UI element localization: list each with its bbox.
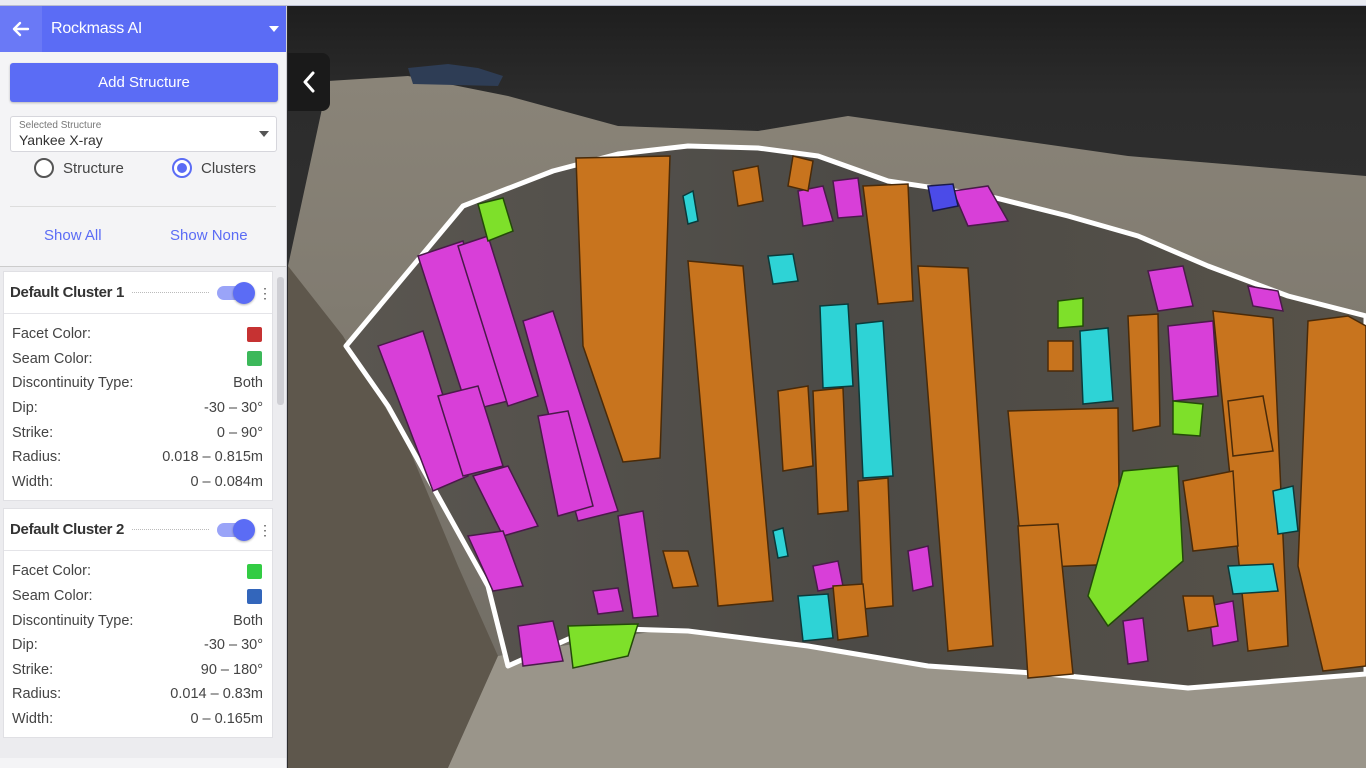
facet-color-swatch[interactable]: [247, 563, 262, 579]
divider: [132, 292, 209, 293]
seam-color-row: Seam Color:: [12, 584, 263, 609]
toggle-knob: [233, 518, 255, 541]
cluster-properties: Facet Color: Seam Color: Discontinuity T…: [4, 314, 272, 500]
cluster-visibility-toggle[interactable]: [217, 518, 255, 541]
view-mode-radio-group: Structure Clusters: [10, 158, 276, 207]
sidebar: Rockmass AI Add Structure Selected Struc…: [0, 6, 287, 768]
seam-color-swatch[interactable]: [247, 588, 262, 604]
radio-checked-icon: [172, 158, 192, 178]
cluster-card: Default Cluster 1 ⋮ Facet Color: Seam Co…: [3, 271, 273, 502]
width-row: Width: 0 – 0.084m: [12, 470, 263, 495]
property-value: 0 – 0.165m: [190, 711, 263, 728]
cluster-properties: Facet Color: Seam Color: Discontinuity T…: [4, 551, 272, 737]
collapse-sidebar-button[interactable]: [288, 53, 330, 111]
property-label: Width:: [12, 473, 54, 490]
dip-row: Dip: -30 – 30°: [12, 633, 263, 658]
caret-down-icon: [269, 26, 279, 32]
vehicle: [408, 64, 503, 86]
discontinuity-type-row: Discontinuity Type: Both: [12, 608, 263, 633]
seam-color-swatch[interactable]: [247, 351, 262, 367]
cluster-list-scrollbar[interactable]: [277, 277, 284, 405]
structure-radio-label: Structure: [63, 159, 124, 177]
visibility-controls: Show All Show None: [0, 207, 286, 263]
property-value: 0.018 – 0.815m: [162, 449, 263, 466]
property-label: Dip:: [12, 400, 38, 417]
clusters-radio-label: Clusters: [201, 159, 257, 177]
width-row: Width: 0 – 0.165m: [12, 707, 263, 732]
arrow-left-icon: [12, 21, 30, 37]
cluster-name: Default Cluster 1: [10, 284, 125, 301]
toggle-knob: [233, 281, 255, 304]
property-label: Strike:: [12, 424, 54, 441]
property-value: Both: [233, 612, 263, 629]
facet-color-swatch[interactable]: [247, 326, 262, 342]
cluster-header[interactable]: Default Cluster 2 ⋮: [4, 509, 272, 552]
radio-unchecked-icon: [34, 158, 54, 178]
property-label: Discontinuity Type:: [12, 375, 134, 392]
radius-row: Radius: 0.018 – 0.815m: [12, 445, 263, 470]
app-title: Rockmass AI: [51, 20, 143, 37]
more-options-icon[interactable]: ⋮: [258, 523, 272, 537]
property-value: 0.014 – 0.83m: [170, 686, 263, 703]
selected-structure-value: Yankee X-ray: [19, 132, 103, 148]
property-value: 90 – 180°: [200, 661, 263, 678]
property-value: 0 – 90°: [216, 424, 263, 441]
chevron-left-icon: [303, 71, 315, 93]
property-value: -30 – 30°: [203, 637, 263, 654]
seam-color-row: Seam Color:: [12, 347, 263, 372]
cluster-name: Default Cluster 2: [10, 521, 125, 539]
facet-color-row: Facet Color:: [12, 322, 263, 347]
property-label: Radius:: [12, 449, 62, 466]
divider: [132, 529, 209, 531]
show-none-link[interactable]: Show None: [170, 227, 248, 244]
property-label: Seam Color:: [12, 588, 93, 605]
more-options-icon[interactable]: ⋮: [258, 286, 272, 300]
property-value: -30 – 30°: [203, 400, 263, 417]
property-label: Discontinuity Type:: [12, 612, 134, 629]
blue-facet: [927, 183, 959, 212]
property-label: Dip:: [12, 637, 38, 654]
selected-structure-select[interactable]: Selected Structure Yankee X-ray: [10, 116, 277, 152]
selected-structure-label: Selected Structure: [19, 120, 102, 131]
back-button[interactable]: [0, 6, 42, 52]
cluster-card: Default Cluster 2 ⋮ Facet Color: Seam Co…: [3, 508, 273, 739]
facet-color-row: Facet Color:: [12, 559, 263, 584]
show-all-link[interactable]: Show All: [44, 227, 170, 244]
radius-row: Radius: 0.014 – 0.83m: [12, 682, 263, 707]
property-label: Width:: [12, 711, 54, 728]
cluster-header[interactable]: Default Cluster 1 ⋮: [4, 272, 272, 314]
property-label: Strike:: [12, 661, 54, 678]
discontinuity-type-row: Discontinuity Type: Both: [12, 371, 263, 396]
property-label: Seam Color:: [12, 350, 93, 367]
add-structure-button[interactable]: Add Structure: [10, 63, 278, 102]
cluster-list: Default Cluster 1 ⋮ Facet Color: Seam Co…: [0, 266, 286, 758]
property-label: Facet Color:: [12, 563, 91, 580]
strike-row: Strike: 90 – 180°: [12, 658, 263, 683]
property-label: Facet Color:: [12, 326, 91, 343]
3d-viewport[interactable]: [288, 6, 1366, 768]
property-value: Both: [233, 375, 263, 392]
dip-row: Dip: -30 – 30°: [12, 396, 263, 421]
caret-down-icon: [259, 131, 269, 137]
property-value: 0 – 0.084m: [190, 473, 263, 490]
property-label: Radius:: [12, 686, 62, 703]
app-header: Rockmass AI: [0, 6, 286, 52]
cluster-visibility-toggle[interactable]: [217, 281, 255, 304]
strike-row: Strike: 0 – 90°: [12, 420, 263, 445]
rock-face-model[interactable]: [288, 6, 1366, 768]
app-menu-dropdown[interactable]: [262, 25, 286, 33]
